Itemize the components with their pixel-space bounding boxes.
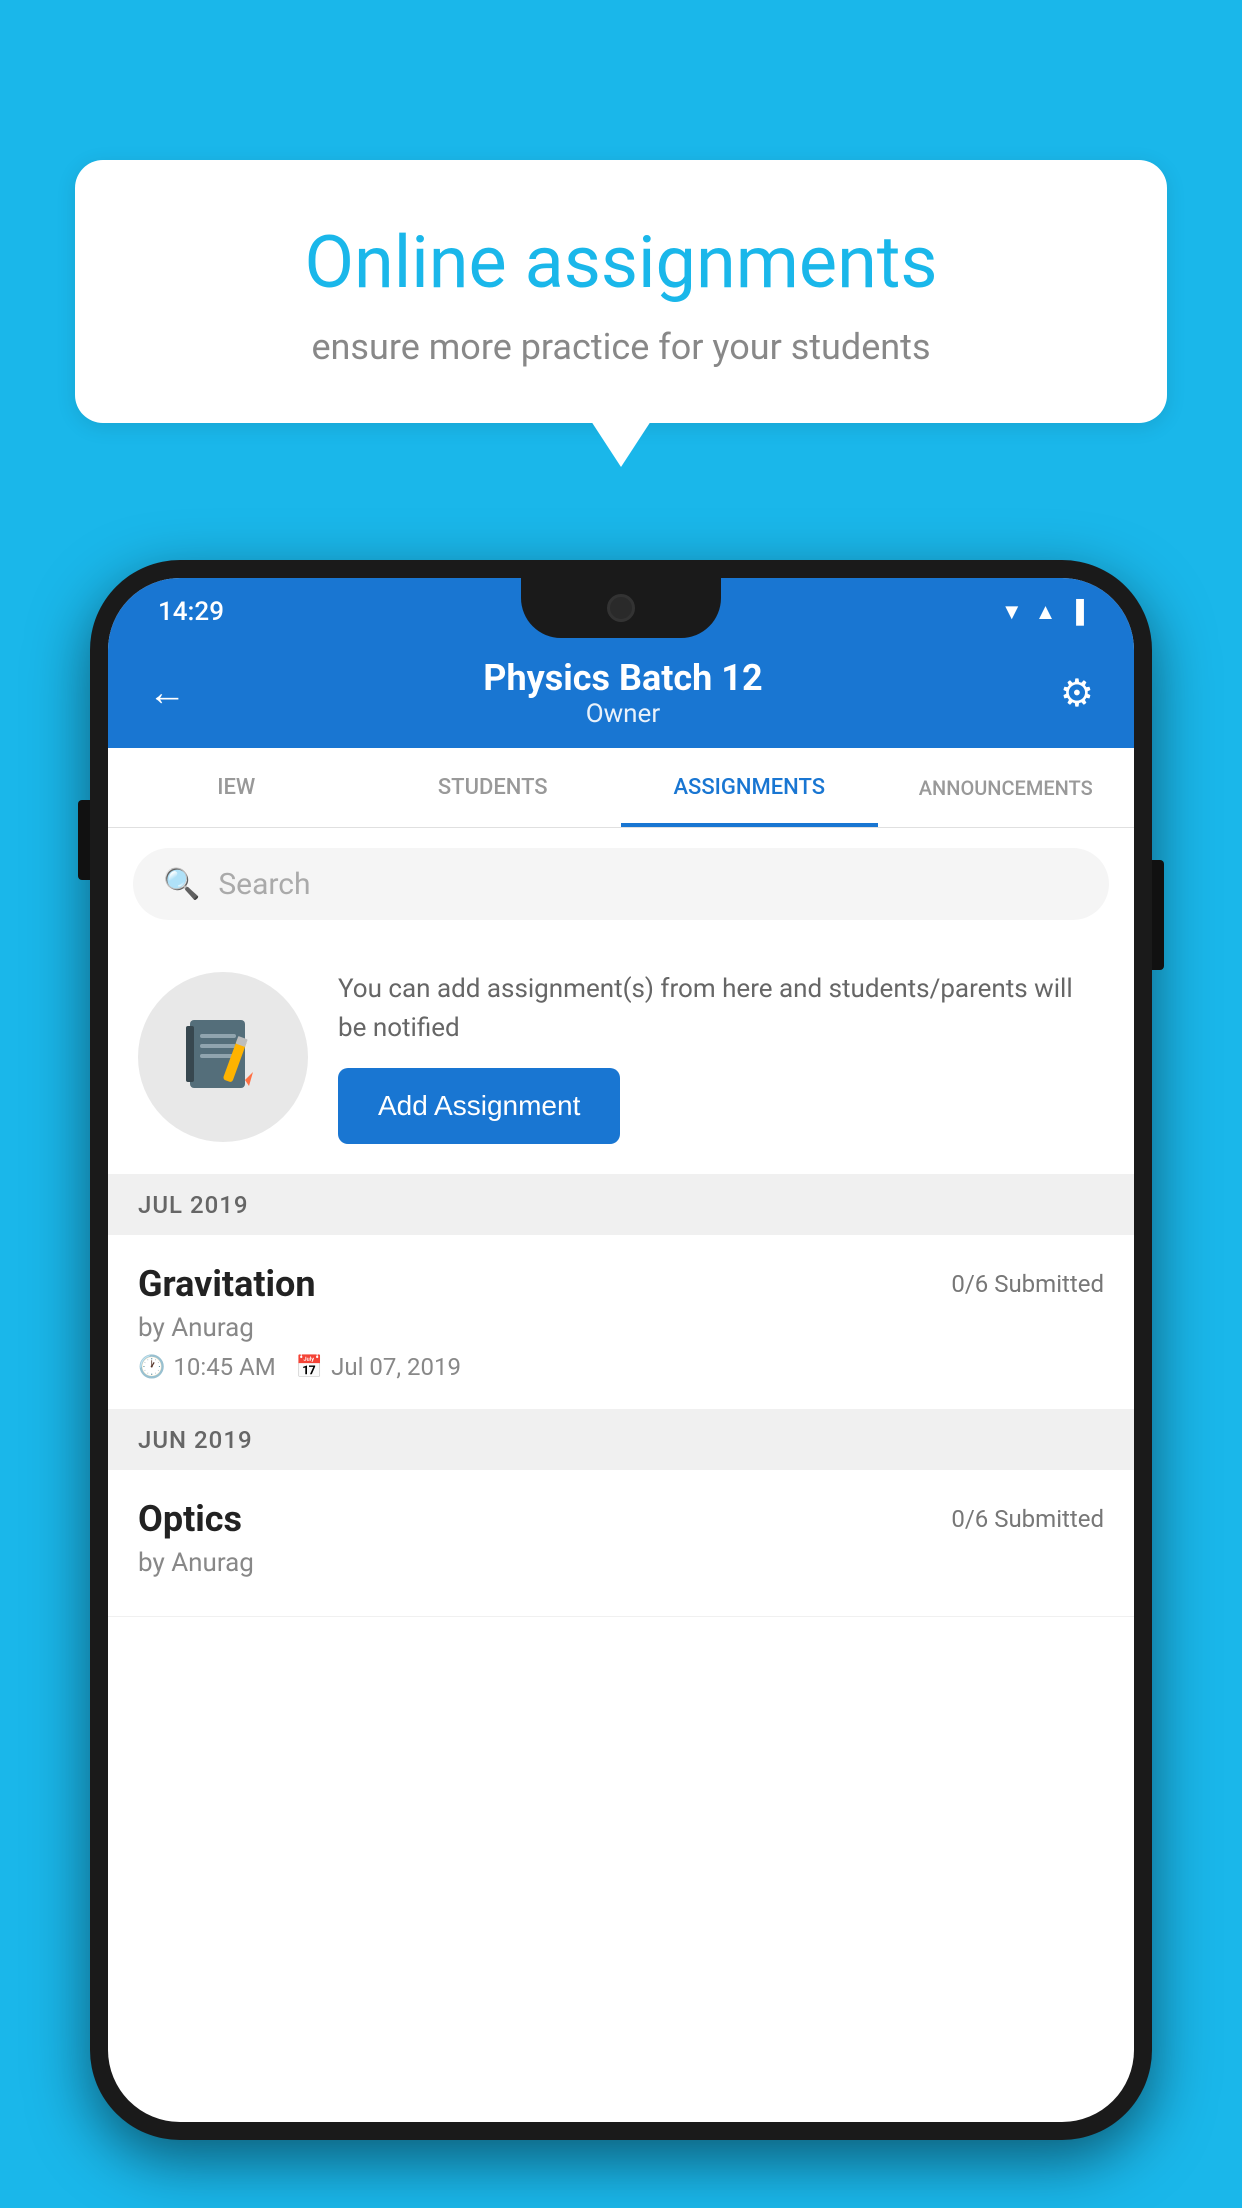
status-time: 14:29 — [158, 597, 224, 627]
search-icon: 🔍 — [163, 867, 200, 902]
assignment-item-optics[interactable]: Optics 0/6 Submitted by Anurag — [108, 1470, 1134, 1617]
phone-camera — [607, 594, 635, 622]
tab-announcements[interactable]: ANNOUNCEMENTS — [878, 748, 1135, 827]
tab-bar: IEW STUDENTS ASSIGNMENTS ANNOUNCEMENTS — [108, 748, 1134, 828]
calendar-icon: 📅 — [296, 1355, 323, 1380]
phone-mockup: 14:29 ▼ ▲ ▐ ← Physics Batch 12 Owner ⚙ — [90, 560, 1152, 2208]
app-header: ← Physics Batch 12 Owner ⚙ — [108, 638, 1134, 748]
assignment-time: 10:45 AM — [173, 1353, 275, 1381]
assignment-optics-name: Optics — [138, 1498, 242, 1540]
tab-students[interactable]: STUDENTS — [365, 748, 622, 827]
notebook-icon — [178, 1012, 268, 1102]
wifi-icon: ▼ — [1001, 599, 1023, 625]
add-assignment-button[interactable]: Add Assignment — [338, 1068, 620, 1144]
phone-button-left — [78, 800, 90, 880]
assignment-optics-row-top: Optics 0/6 Submitted — [138, 1498, 1104, 1540]
phone-button-right — [1152, 860, 1164, 970]
notebook-icon-circle — [138, 972, 308, 1142]
assignment-submitted: 0/6 Submitted — [951, 1270, 1104, 1298]
tab-iew[interactable]: IEW — [108, 748, 365, 827]
section-header-jun: JUN 2019 — [108, 1410, 1134, 1470]
status-icons: ▼ ▲ ▐ — [1001, 599, 1084, 625]
phone-outer: 14:29 ▼ ▲ ▐ ← Physics Batch 12 Owner ⚙ — [90, 560, 1152, 2140]
settings-button[interactable]: ⚙ — [1060, 671, 1094, 716]
assignment-time-meta: 🕐 10:45 AM — [138, 1353, 276, 1381]
back-button[interactable]: ← — [148, 671, 186, 715]
search-placeholder: Search — [218, 867, 310, 902]
assignment-item-gravitation[interactable]: Gravitation 0/6 Submitted by Anurag 🕐 10… — [108, 1235, 1134, 1410]
assignment-meta: 🕐 10:45 AM 📅 Jul 07, 2019 — [138, 1353, 1104, 1381]
add-assignment-section: You can add assignment(s) from here and … — [108, 940, 1134, 1175]
assignment-by: by Anurag — [138, 1313, 1104, 1343]
speech-bubble-area: Online assignments ensure more practice … — [75, 160, 1167, 423]
section-header-jul: JUL 2019 — [108, 1175, 1134, 1235]
speech-bubble: Online assignments ensure more practice … — [75, 160, 1167, 423]
header-title: Physics Batch 12 — [483, 657, 762, 699]
clock-icon: 🕐 — [138, 1355, 165, 1380]
bubble-title: Online assignments — [145, 220, 1097, 306]
assignment-row-top: Gravitation 0/6 Submitted — [138, 1263, 1104, 1305]
header-subtitle: Owner — [483, 699, 762, 729]
phone-notch — [521, 578, 721, 638]
tab-assignments[interactable]: ASSIGNMENTS — [621, 748, 878, 827]
battery-icon: ▐ — [1068, 599, 1084, 625]
add-assignment-description: You can add assignment(s) from here and … — [338, 970, 1104, 1048]
assignment-optics-submitted: 0/6 Submitted — [951, 1505, 1104, 1533]
phone-screen: 14:29 ▼ ▲ ▐ ← Physics Batch 12 Owner ⚙ — [108, 578, 1134, 2122]
assignment-date-meta: 📅 Jul 07, 2019 — [296, 1353, 461, 1381]
signal-icon: ▲ — [1035, 599, 1057, 625]
search-bar[interactable]: 🔍 Search — [133, 848, 1109, 920]
bubble-subtitle: ensure more practice for your students — [145, 326, 1097, 368]
assignment-name: Gravitation — [138, 1263, 316, 1305]
assignment-date: Jul 07, 2019 — [331, 1353, 461, 1381]
search-container: 🔍 Search — [108, 828, 1134, 940]
assignment-optics-by: by Anurag — [138, 1548, 1104, 1578]
header-center: Physics Batch 12 Owner — [483, 657, 762, 729]
add-assignment-content: You can add assignment(s) from here and … — [338, 970, 1104, 1144]
